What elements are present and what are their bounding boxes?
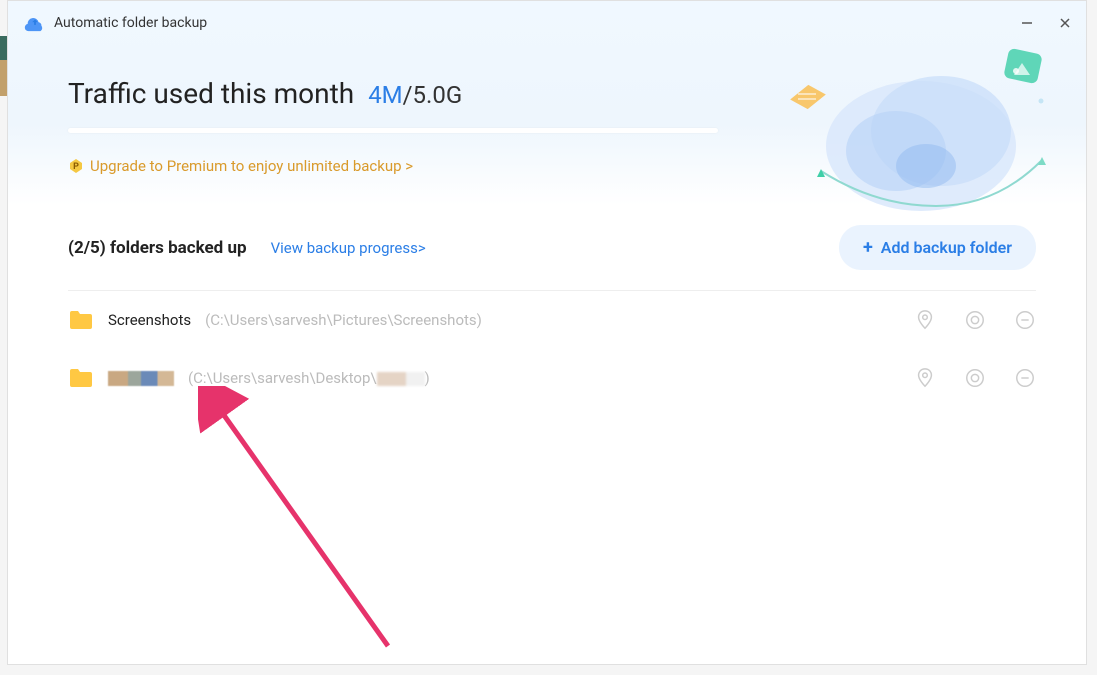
plus-icon: +	[863, 237, 873, 258]
folder-name-blurred	[108, 371, 174, 386]
view-progress-link[interactable]: View backup progress>	[271, 239, 426, 257]
folders-header: (2/5) folders backed up View backup prog…	[68, 225, 1036, 270]
background-strip	[0, 36, 7, 96]
folders-count-label: (2/5) folders backed up	[68, 238, 247, 258]
minimize-button[interactable]	[1018, 14, 1036, 32]
folder-row: (C:\Users\sarvesh\Desktop\)	[68, 349, 1036, 407]
premium-badge-icon: P	[68, 158, 84, 174]
folder-path: (C:\Users\sarvesh\Desktop\)	[188, 369, 430, 387]
cloud-illustration	[786, 31, 1066, 231]
svg-text:P: P	[73, 162, 79, 172]
add-folder-label: Add backup folder	[881, 238, 1012, 257]
sync-icon[interactable]	[964, 309, 986, 331]
folder-row: Screenshots (C:\Users\sarvesh\Pictures\S…	[68, 291, 1036, 349]
traffic-used: 4M	[368, 81, 402, 109]
traffic-progress-bar	[68, 128, 718, 133]
folder-path-blurred	[377, 372, 425, 386]
remove-icon[interactable]	[1014, 367, 1036, 389]
backup-window: Automatic folder backup Traffic used thi…	[7, 0, 1087, 665]
app-cloud-icon	[24, 12, 46, 34]
upgrade-link[interactable]: Upgrade to Premium to enjoy unlimited ba…	[90, 157, 413, 175]
window-controls	[1018, 14, 1074, 32]
folder-path: (C:\Users\sarvesh\Pictures\Screenshots)	[205, 311, 482, 329]
traffic-title: Traffic used this month	[68, 77, 354, 110]
remove-icon[interactable]	[1014, 309, 1036, 331]
traffic-total: 5.0G	[413, 81, 463, 109]
folder-icon	[68, 367, 94, 389]
locate-icon[interactable]	[914, 309, 936, 331]
add-backup-folder-button[interactable]: + Add backup folder	[839, 225, 1036, 270]
close-button[interactable]	[1056, 14, 1074, 32]
traffic-separator: /	[403, 81, 413, 109]
sync-icon[interactable]	[964, 367, 986, 389]
header-section: Automatic folder backup Traffic used thi…	[8, 1, 1086, 205]
locate-icon[interactable]	[914, 367, 936, 389]
folder-name: Screenshots	[108, 311, 191, 329]
main-section: (2/5) folders backed up View backup prog…	[8, 195, 1086, 664]
window-title: Automatic folder backup	[54, 15, 1018, 31]
folder-icon	[68, 309, 94, 331]
